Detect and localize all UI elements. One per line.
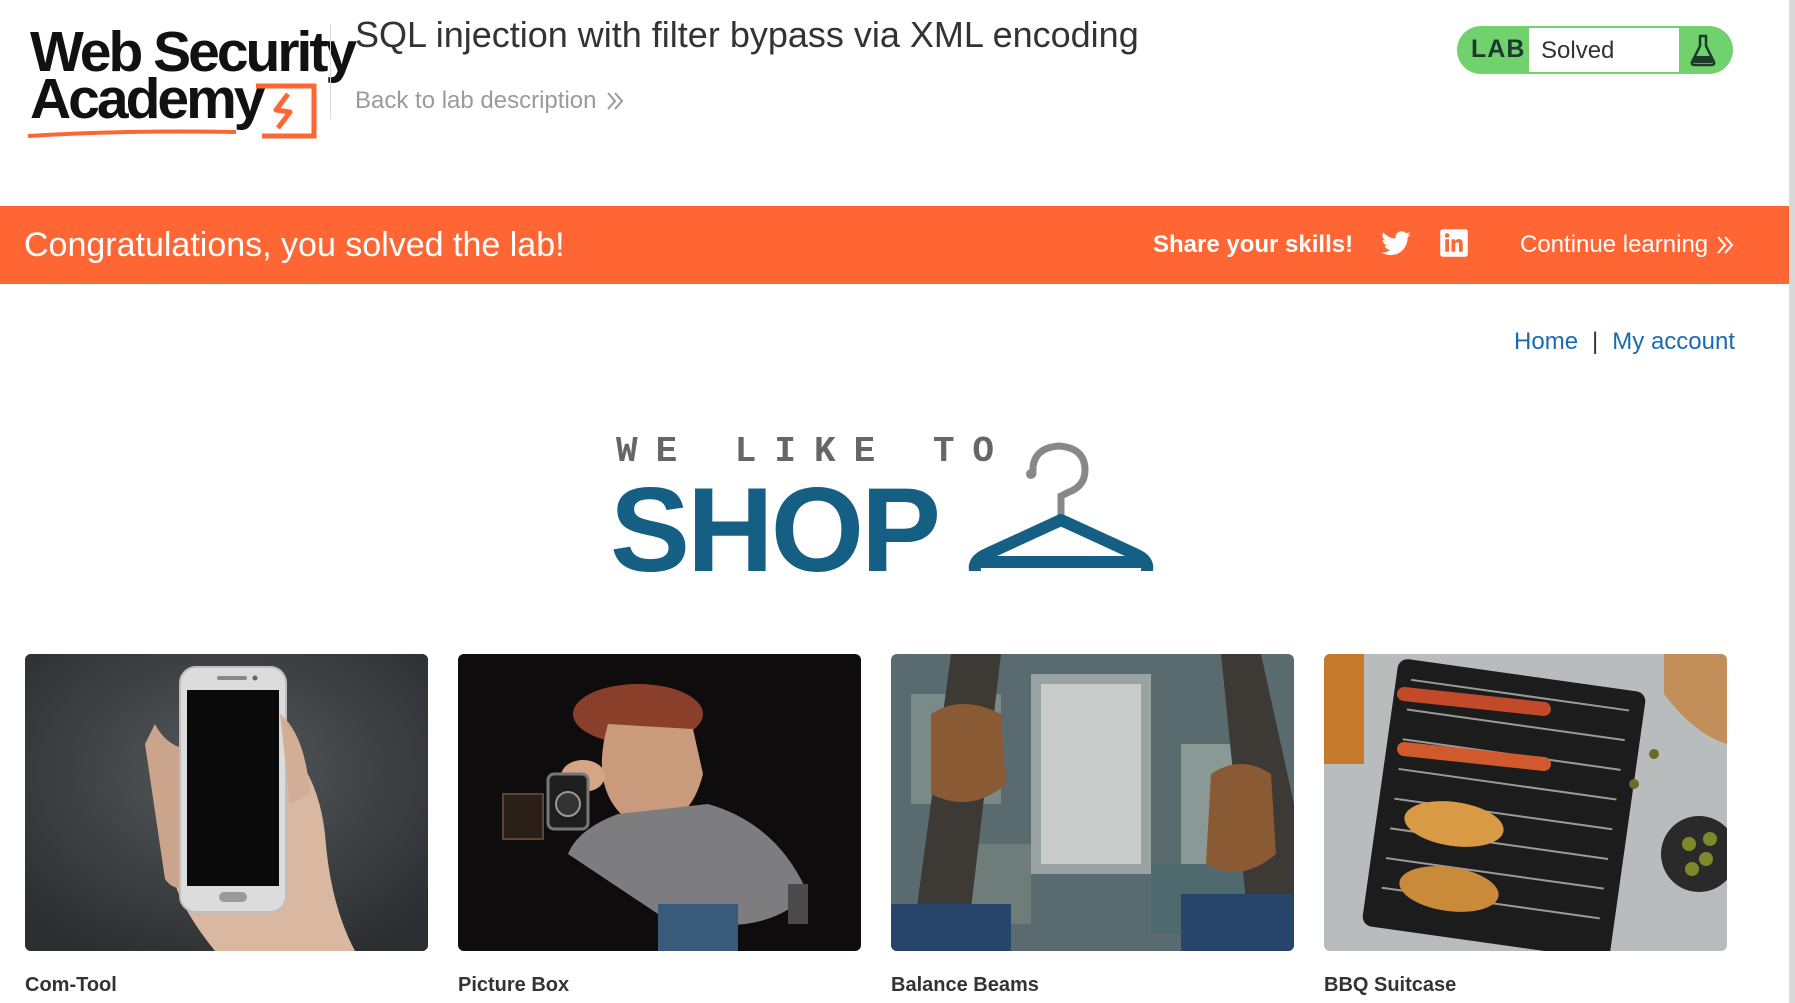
product-card[interactable]: Balance Beams: [891, 654, 1294, 996]
continue-learning-link[interactable]: Continue learning: [1520, 231, 1734, 259]
feet-over-city-image: [891, 654, 1294, 951]
double-chevron-right-icon: [607, 92, 624, 110]
double-chevron-right-icon: [1717, 236, 1734, 254]
photographer-figurine-image: [458, 654, 861, 951]
back-to-lab-description-link[interactable]: Back to lab description: [355, 87, 624, 115]
nav-separator: |: [1592, 328, 1599, 355]
product-image-bbq-suitcase[interactable]: [1324, 654, 1727, 951]
web-security-academy-logo[interactable]: Web Security Academy: [26, 20, 357, 139]
twitter-icon[interactable]: [1380, 228, 1412, 260]
home-link[interactable]: Home: [1514, 328, 1578, 355]
lab-title: SQL injection with filter bypass via XML…: [355, 14, 1139, 55]
continue-learning-label: Continue learning: [1520, 231, 1709, 258]
lab-solved-banner: Congratulations, you solved the lab! Sha…: [0, 206, 1789, 284]
product-image-phone[interactable]: [25, 654, 428, 951]
lab-status-box: Solved: [1529, 28, 1679, 72]
lab-status-text: Solved: [1541, 37, 1615, 64]
product-card[interactable]: BBQ Suitcase: [1324, 654, 1727, 996]
clothes-hanger-icon: [968, 442, 1154, 571]
logo-mark-icon: [256, 83, 317, 139]
back-link-label: Back to lab description: [355, 87, 597, 114]
flask-icon: [1690, 34, 1716, 67]
portable-grill-image: [1324, 654, 1727, 951]
top-navigation: Home | My account: [1514, 328, 1735, 356]
shop-hero-banner: WE LIKE TO SHOP: [610, 430, 1170, 597]
product-card[interactable]: Picture Box: [458, 654, 861, 996]
my-account-link[interactable]: My account: [1612, 328, 1735, 355]
product-card[interactable]: Com-Tool: [25, 654, 428, 996]
share-skills-label: Share your skills!: [1153, 231, 1354, 258]
hero-title: SHOP: [610, 463, 941, 597]
lab-badge: LAB: [1471, 35, 1526, 63]
lab-status-widget: LAB Solved: [1457, 26, 1733, 74]
product-name[interactable]: Balance Beams: [891, 974, 1039, 997]
product-image-picture-box[interactable]: [458, 654, 861, 951]
logo-underline-icon: [27, 129, 237, 138]
scrollbar-track[interactable]: [1789, 0, 1795, 1003]
linkedin-icon[interactable]: [1439, 228, 1469, 258]
product-name[interactable]: BBQ Suitcase: [1324, 974, 1456, 997]
product-name[interactable]: Picture Box: [458, 974, 569, 997]
product-name[interactable]: Com-Tool: [25, 974, 117, 997]
header-divider: [330, 24, 331, 119]
page: Web Security Academy SQL injection with …: [0, 0, 1795, 1003]
product-image-balance-beams[interactable]: [891, 654, 1294, 951]
logo-text-line2: Academy: [30, 67, 265, 131]
congratulations-message: Congratulations, you solved the lab!: [24, 226, 565, 264]
phone-in-hand-image: [25, 654, 428, 951]
